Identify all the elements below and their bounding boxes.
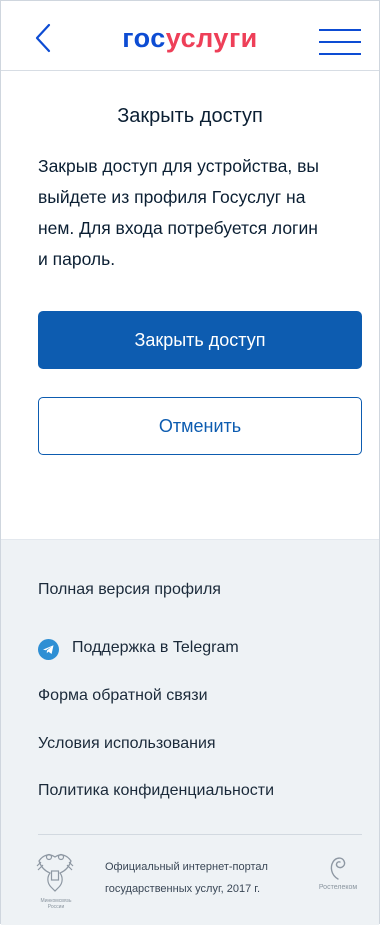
rostelecom-caption: Ростелеком: [318, 884, 358, 891]
coat-of-arms-icon: [35, 849, 75, 903]
footer-divider: [38, 834, 362, 835]
description-line: нем. Для входа потребуется логин: [38, 218, 318, 238]
close-access-button[interactable]: Закрыть доступ: [38, 311, 362, 369]
portal-info: Официальный интернет-портал государствен…: [105, 856, 268, 900]
logo-text-uslugi: услуги: [165, 23, 258, 53]
footer-link-full-profile[interactable]: Полная версия профиля: [38, 581, 221, 599]
logo-text-gos: гос: [122, 23, 166, 53]
footer-link-telegram-support[interactable]: Поддержка в Telegram: [72, 639, 239, 657]
footer-link-privacy[interactable]: Политика конфиденциальности: [38, 782, 274, 800]
portal-info-line: Официальный интернет-портал: [105, 861, 268, 873]
menu-button[interactable]: [319, 26, 361, 58]
description-text: Закрыв доступ для устройства, вы выйдете…: [38, 151, 360, 275]
footer-link-terms[interactable]: Условия использования: [38, 735, 216, 753]
description-line: Закрыв доступ для устройства, вы: [38, 156, 319, 176]
footer-link-feedback-form[interactable]: Форма обратной связи: [38, 687, 208, 705]
description-line: и пароль.: [38, 249, 116, 269]
emblem-caption: Минкомсвязь России: [40, 898, 72, 910]
page-title: Закрыть доступ: [117, 105, 263, 127]
top-header: госуслуги: [1, 1, 379, 71]
telegram-icon: [38, 639, 59, 660]
description-line: выйдете из профиля Госуслуг на: [38, 187, 306, 207]
portal-info-line: государственных услуг, 2017 г.: [105, 883, 260, 895]
rostelecom-logo-icon: [327, 853, 349, 881]
cancel-button[interactable]: Отменить: [38, 397, 362, 455]
app-frame: госуслуги Закрыть доступ Закрыв доступ д…: [0, 0, 380, 925]
